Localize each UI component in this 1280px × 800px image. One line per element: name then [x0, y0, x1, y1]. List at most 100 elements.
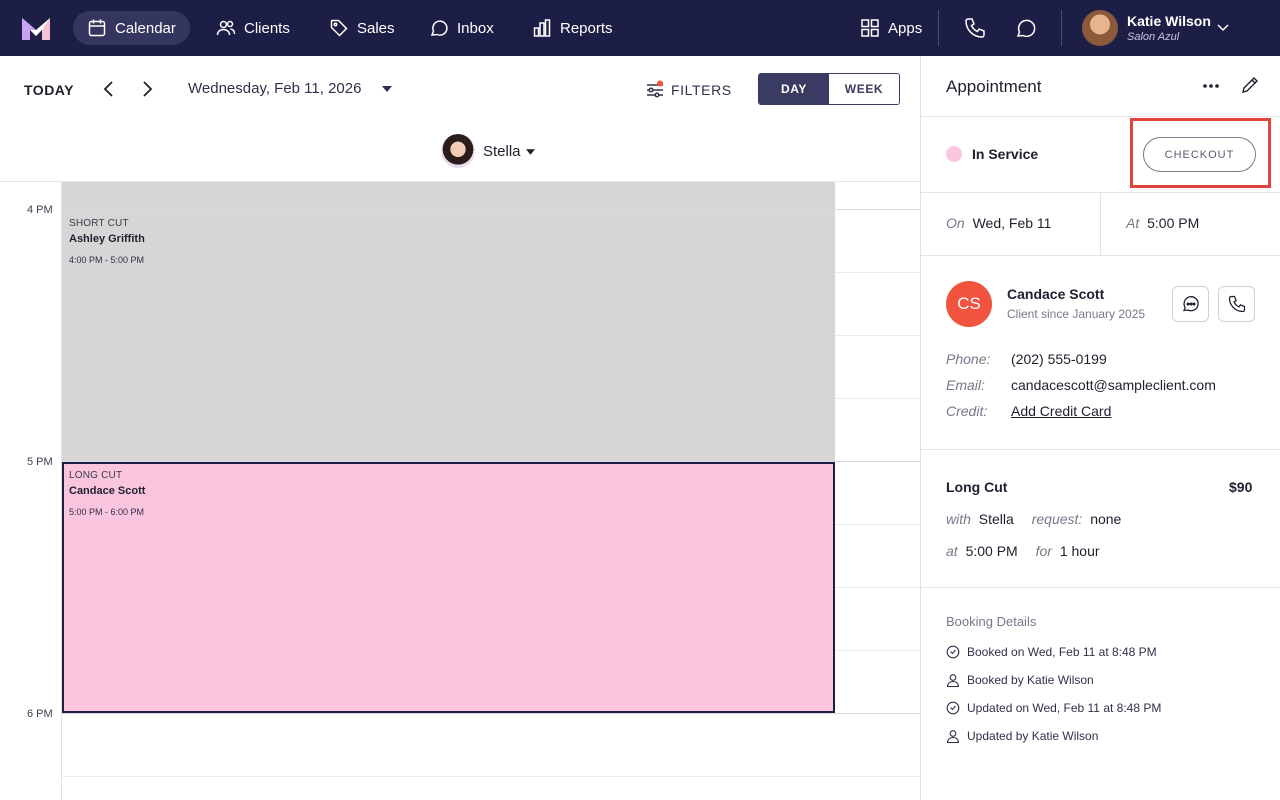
request-value: none — [1090, 511, 1122, 527]
booking-detail-text: Updated by Katie Wilson — [967, 729, 1099, 743]
appointment-time: 5:00 PM - 6:00 PM — [69, 507, 145, 517]
at-value: 5:00 PM — [965, 543, 1018, 559]
quarter-line — [835, 398, 920, 399]
appointment-block-selected[interactable]: LONG CUT Candace Scott 5:00 PM - 6:00 PM — [62, 462, 835, 713]
nav-label: Reports — [560, 19, 613, 37]
hour-line — [61, 713, 920, 714]
client-name[interactable]: Candace Scott — [1007, 286, 1104, 302]
app-logo-icon[interactable] — [22, 16, 50, 40]
person-icon — [946, 674, 960, 687]
appointment-block-previous[interactable] — [62, 182, 835, 209]
phone-icon[interactable] — [963, 16, 987, 40]
service-price: $90 — [1229, 479, 1253, 495]
message-icon — [1182, 296, 1199, 312]
nav-reports[interactable]: Reports — [518, 11, 627, 45]
user-avatar[interactable] — [1082, 10, 1118, 46]
chevron-down-icon[interactable] — [1216, 20, 1230, 34]
staff-selector[interactable]: Stella — [483, 143, 521, 160]
person-icon — [946, 730, 960, 743]
service-staff-row: with Stella request: none — [946, 511, 1135, 527]
nav-calendar[interactable]: Calendar — [73, 11, 190, 45]
booking-detail-row: Booked by Katie Wilson — [946, 673, 1094, 687]
with-value: Stella — [978, 511, 1014, 527]
nav-inbox[interactable]: Inbox — [415, 11, 508, 45]
panel-divider — [921, 587, 1280, 588]
caret-down-icon[interactable] — [526, 149, 535, 155]
client-avatar[interactable]: CS — [946, 281, 992, 327]
quarter-line — [835, 272, 920, 273]
date-time-divider — [1100, 193, 1101, 255]
booking-detail-text: Booked by Katie Wilson — [967, 673, 1094, 687]
client-since: Client since January 2025 — [1007, 307, 1146, 321]
with-label: with — [946, 511, 971, 527]
booking-detail-row: Updated on Wed, Feb 11 at 8:48 PM — [946, 701, 1161, 715]
add-credit-card-link[interactable]: Add Credit Card — [1011, 403, 1111, 419]
service-time-row: at 5:00 PM for 1 hour — [946, 543, 1114, 559]
appointment-client: Candace Scott — [69, 485, 146, 497]
nav-label: Sales — [357, 19, 395, 37]
today-button[interactable]: TODAY — [24, 82, 74, 98]
quarter-line — [61, 776, 920, 777]
phone-icon — [1228, 295, 1245, 313]
clock-icon — [946, 701, 960, 715]
duration-value: 1 hour — [1059, 543, 1100, 559]
email-value[interactable]: candacescott@sampleclient.com — [1011, 377, 1216, 393]
panel-title: Appointment — [946, 77, 1042, 96]
nav-label: Apps — [888, 19, 923, 37]
caret-down-icon[interactable] — [382, 86, 392, 92]
call-client-button[interactable] — [1218, 286, 1255, 322]
nav-clients[interactable]: Clients — [202, 11, 304, 45]
nav-label: Inbox — [457, 19, 494, 37]
at-label: at — [946, 543, 958, 559]
tag-icon — [330, 19, 348, 37]
chart-icon — [533, 19, 551, 37]
top-nav: Calendar Clients Sales Inbox Reports App… — [0, 0, 1280, 56]
quarter-line — [835, 587, 920, 588]
appointment-time: 4:00 PM - 5:00 PM — [69, 255, 145, 265]
quarter-line — [835, 335, 920, 336]
nav-sales[interactable]: Sales — [315, 11, 409, 45]
user-name[interactable]: Katie Wilson — [1127, 13, 1211, 29]
service-name: Long Cut — [946, 479, 1008, 495]
message-client-button[interactable] — [1172, 286, 1209, 322]
nav-divider — [938, 10, 939, 46]
appointment-panel: Appointment In Service CHECKOUT On Wed, … — [920, 56, 1280, 800]
credit-label: Credit: — [946, 403, 988, 419]
phone-value[interactable]: (202) 555-0199 — [1011, 351, 1107, 367]
booking-details-title: Booking Details — [946, 614, 1037, 629]
nav-apps[interactable]: Apps — [846, 11, 936, 45]
status-label[interactable]: In Service — [972, 146, 1038, 162]
hour-label: 5 PM — [27, 456, 53, 468]
filters-label: FILTERS — [671, 82, 732, 98]
date-label: On — [946, 215, 965, 231]
date-value: Wed, Feb 11 — [972, 215, 1052, 231]
appointment-time[interactable]: At 5:00 PM — [1126, 215, 1199, 231]
appointment-client: Ashley Griffith — [69, 233, 145, 245]
chevron-right-icon[interactable] — [137, 79, 157, 99]
chat-icon[interactable] — [1014, 16, 1038, 40]
date-picker[interactable]: Wednesday, Feb 11, 2026 — [188, 80, 361, 97]
appointment-block[interactable]: SHORT CUT Ashley Griffith 4:00 PM - 5:00… — [62, 210, 835, 461]
appointment-service: SHORT CUT — [69, 218, 129, 229]
appointment-date[interactable]: On Wed, Feb 11 — [946, 215, 1051, 231]
time-label: At — [1126, 215, 1140, 231]
pencil-icon[interactable] — [1241, 76, 1259, 94]
for-label: for — [1035, 543, 1052, 559]
chevron-left-icon[interactable] — [99, 79, 119, 99]
view-toggle: DAY WEEK — [758, 73, 900, 105]
more-options-icon[interactable] — [1201, 78, 1221, 94]
booking-detail-row: Booked on Wed, Feb 11 at 8:48 PM — [946, 645, 1157, 659]
calendar-grid: 4 PM 5 PM 6 PM SHORT CUT Ashley Griffith… — [0, 182, 920, 800]
quarter-line — [835, 524, 920, 525]
filters-button[interactable]: FILTERS — [645, 80, 732, 100]
clients-icon — [216, 20, 236, 36]
week-view-button[interactable]: WEEK — [829, 74, 899, 104]
hour-label: 6 PM — [27, 708, 53, 720]
booking-detail-row: Updated by Katie Wilson — [946, 729, 1098, 743]
checkout-button[interactable]: CHECKOUT — [1143, 137, 1256, 172]
calendar-icon — [88, 19, 106, 37]
booking-detail-text: Booked on Wed, Feb 11 at 8:48 PM — [967, 645, 1157, 659]
staff-avatar[interactable] — [441, 134, 475, 168]
inbox-icon — [430, 20, 448, 36]
day-view-button[interactable]: DAY — [759, 74, 829, 104]
